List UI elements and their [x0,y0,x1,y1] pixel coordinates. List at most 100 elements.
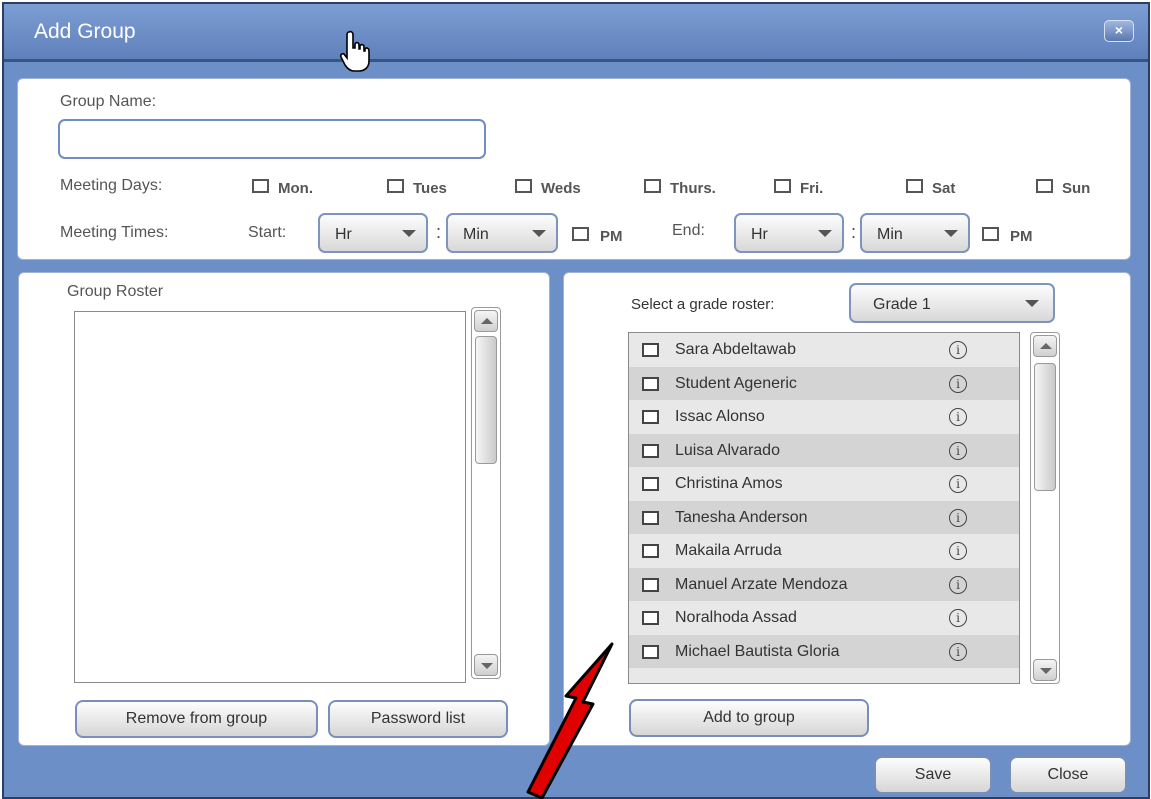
group-details-panel: Group Name: Meeting Days: Mon. Tues Weds… [17,78,1131,260]
student-checkbox[interactable] [642,343,659,357]
student-name: Christina Amos [675,475,783,492]
end-minute-value: Min [877,226,903,243]
start-minute-dropdown[interactable]: Min [446,213,558,253]
student-checkbox[interactable] [642,544,659,558]
end-hour-dropdown[interactable]: Hr [734,213,844,253]
student-checkbox[interactable] [642,443,659,458]
day-weds-label: Weds [541,180,581,197]
start-hour-dropdown[interactable]: Hr [318,213,428,253]
password-list-button[interactable]: Password list [328,700,508,738]
student-name: Manuel Arzate Mendoza [675,575,848,593]
student-row[interactable]: Sara Abdeltawab i [629,333,1019,367]
info-icon[interactable]: i [949,408,967,426]
day-fri-label: Fri. [800,180,824,197]
add-to-group-button[interactable]: Add to group [629,699,869,737]
title-bar[interactable]: Add Group × [4,4,1148,62]
student-name: Sara Abdeltawab [675,341,796,358]
group-roster-panel: Group Roster Remove from group Password … [18,272,550,746]
group-name-label: Group Name: [60,93,157,110]
student-checkbox[interactable] [642,477,659,491]
day-sat-label: Sat [932,180,956,197]
end-label: End: [672,222,705,239]
red-arrow-annotation-icon [526,642,614,799]
info-icon[interactable]: i [949,642,967,661]
student-checkbox[interactable] [642,611,659,625]
day-mon-label: Mon. [278,180,313,197]
info-icon[interactable]: i [949,374,967,393]
save-button[interactable]: Save [874,756,992,794]
group-roster-title: Group Roster [67,283,164,300]
student-row[interactable]: Michael Bautista Gloria i [629,634,1019,668]
dialog-title: Add Group [34,20,136,43]
group-roster-list[interactable] [74,311,466,683]
student-checkbox[interactable] [642,376,659,391]
day-thurs-label: Thurs. [670,180,716,197]
student-checkbox[interactable] [642,510,659,525]
day-sun-checkbox[interactable] [1036,179,1053,193]
info-icon[interactable]: i [949,542,967,560]
student-checkbox[interactable] [642,644,659,659]
day-weds-checkbox[interactable] [515,179,532,193]
chevron-down-icon [1040,668,1052,674]
scroll-down-button[interactable] [1033,659,1057,681]
student-row[interactable]: Issac Alonso i [629,400,1019,434]
student-name: Issac Alonso [675,408,765,425]
select-grade-label: Select a grade roster: [631,296,775,313]
grade-roster-panel: Select a grade roster: Grade 1 Sara Abde… [563,272,1131,746]
info-icon[interactable]: i [949,441,967,460]
start-pm-checkbox[interactable] [572,227,589,241]
student-row[interactable]: Luisa Alvarado i [629,433,1019,467]
student-row[interactable]: Manuel Arzate Mendoza i [629,567,1019,601]
start-minute-value: Min [463,226,489,243]
chevron-up-icon [1040,343,1052,349]
end-pm-label: PM [1010,228,1033,245]
meeting-times-label: Meeting Times: [60,224,169,241]
end-pm-checkbox[interactable] [982,227,999,241]
close-icon[interactable]: × [1104,20,1134,42]
remove-from-group-button[interactable]: Remove from group [75,700,318,738]
grade-student-list[interactable]: Sara Abdeltawab i Student Ageneric i Issac A… [628,332,1020,684]
student-name: Student Ageneric [675,374,797,392]
chevron-down-icon [1025,300,1039,307]
info-icon[interactable]: i [949,508,967,527]
student-row[interactable]: Makaila Arruda i [629,534,1019,568]
day-thurs-checkbox[interactable] [644,179,661,193]
day-tues-label: Tues [413,180,447,197]
scroll-up-button[interactable] [1033,335,1057,357]
scroll-thumb[interactable] [1034,363,1056,491]
student-row[interactable]: Tanesha Anderson i [629,500,1019,534]
grade-roster-value: Grade 1 [873,296,931,313]
student-checkbox[interactable] [642,410,659,424]
day-mon-checkbox[interactable] [252,179,269,193]
info-icon[interactable]: i [949,341,967,359]
student-checkbox[interactable] [642,577,659,592]
day-tues-checkbox[interactable] [387,179,404,193]
scroll-up-button[interactable] [474,310,498,332]
scroll-thumb[interactable] [475,336,497,464]
student-name: Noralhoda Assad [675,609,797,626]
grade-roster-dropdown[interactable]: Grade 1 [849,283,1055,323]
end-colon: : [851,222,857,242]
student-row[interactable]: Student Ageneric i [629,366,1019,400]
day-sun-label: Sun [1062,180,1091,197]
grade-roster-scrollbar[interactable] [1030,332,1060,684]
day-fri-checkbox[interactable] [774,179,791,193]
start-pm-label: PM [600,228,623,245]
close-button[interactable]: Close [1009,756,1127,794]
end-minute-dropdown[interactable]: Min [860,213,970,253]
student-row[interactable]: Noralhoda Assad i [629,601,1019,635]
group-roster-scrollbar[interactable] [471,307,501,679]
chevron-up-icon [481,318,493,324]
chevron-down-icon [944,230,958,237]
student-row[interactable]: Christina Amos i [629,467,1019,501]
info-icon[interactable]: i [949,609,967,627]
info-icon[interactable]: i [949,475,967,493]
day-sat-checkbox[interactable] [906,179,923,193]
student-name: Michael Bautista Gloria [675,642,840,660]
group-name-input[interactable] [58,119,486,159]
student-name: Tanesha Anderson [675,508,808,526]
info-icon[interactable]: i [949,575,967,594]
end-hour-value: Hr [751,226,768,243]
chevron-down-icon [818,230,832,237]
hand-cursor-icon [340,30,370,72]
